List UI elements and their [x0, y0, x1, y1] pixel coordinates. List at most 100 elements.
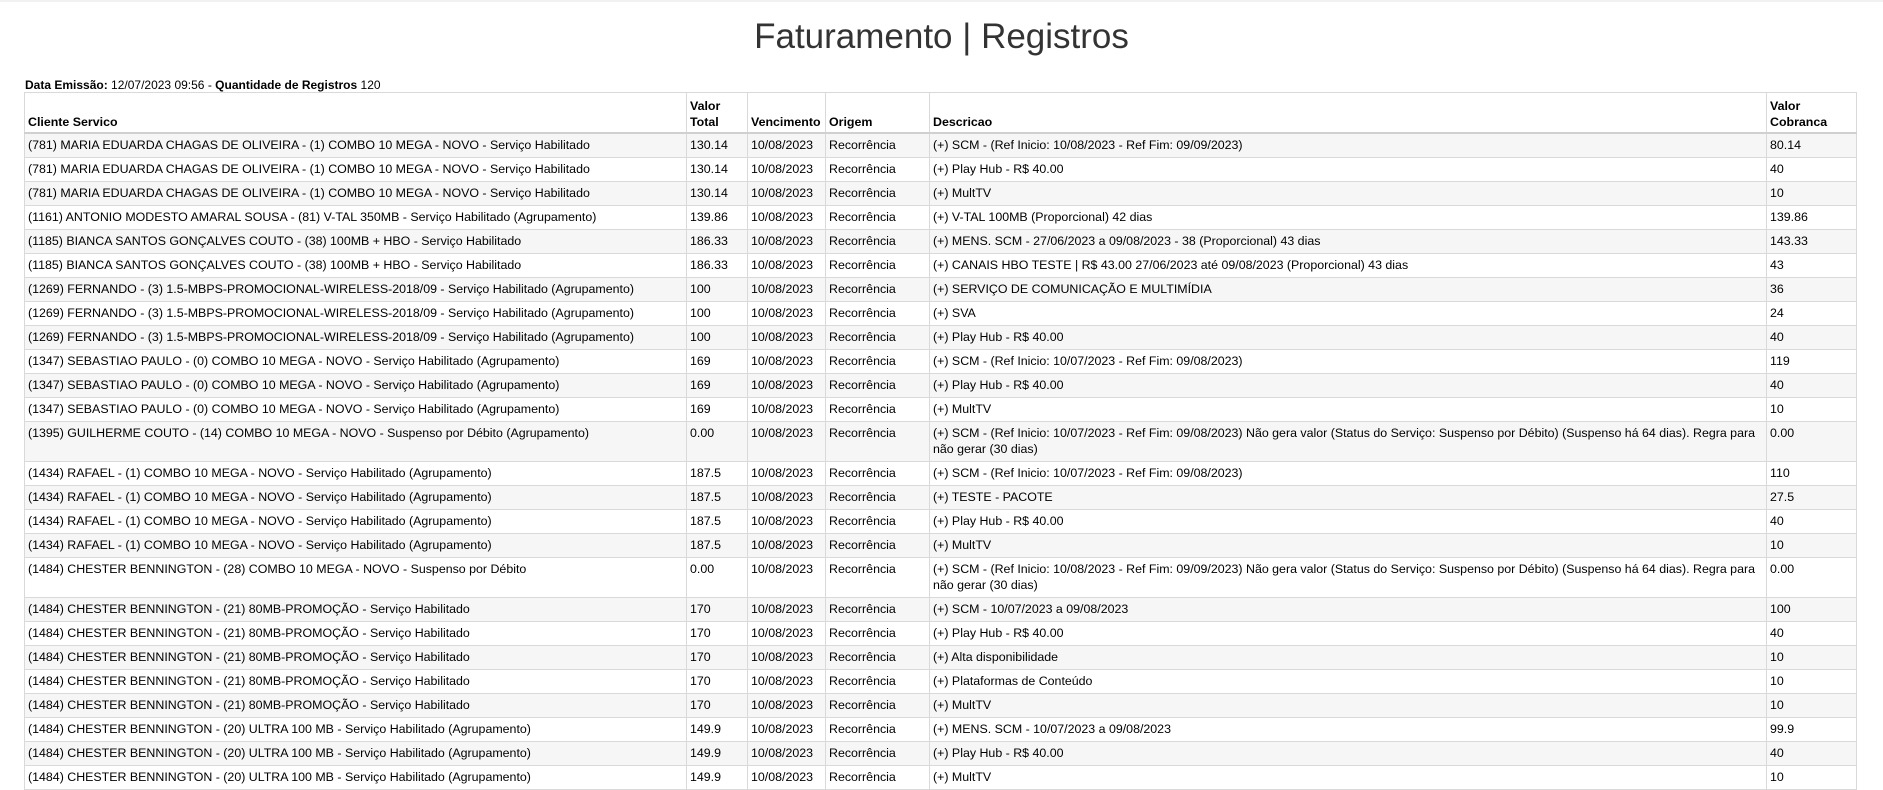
qtd-value: 120 [360, 78, 381, 92]
cell-cliente-servico: (1347) SEBASTIAO PAULO - (0) COMBO 10 ME… [24, 397, 687, 422]
cell-valor-cobranca: 10 [1766, 181, 1857, 206]
cell-descricao: (+) V-TAL 100MB (Proporcional) 42 dias [929, 205, 1767, 230]
cell-valor-total: 149.9 [686, 741, 748, 766]
cell-vencimento: 10/08/2023 [747, 229, 826, 254]
cell-origem: Recorrência [825, 253, 930, 278]
table-row: (1161) ANTONIO MODESTO AMARAL SOUSA - (8… [24, 205, 1857, 230]
cell-valor-total: 187.5 [686, 533, 748, 558]
cell-origem: Recorrência [825, 717, 930, 742]
cell-descricao: (+) SCM - 10/07/2023 a 09/08/2023 [929, 597, 1767, 622]
cell-valor-total: 0.00 [686, 421, 748, 462]
cell-origem: Recorrência [825, 645, 930, 670]
cell-vencimento: 10/08/2023 [747, 277, 826, 302]
cell-valor-total: 170 [686, 669, 748, 694]
cell-vencimento: 10/08/2023 [747, 461, 826, 486]
top-divider [0, 0, 1883, 2]
cell-cliente-servico: (1161) ANTONIO MODESTO AMARAL SOUSA - (8… [24, 205, 687, 230]
cell-valor-cobranca: 10 [1766, 533, 1857, 558]
cell-valor-total: 187.5 [686, 485, 748, 510]
cell-valor-total: 130.14 [686, 132, 748, 158]
cell-cliente-servico: (1484) CHESTER BENNINGTON - (20) ULTRA 1… [24, 765, 687, 790]
cell-origem: Recorrência [825, 373, 930, 398]
cell-vencimento: 10/08/2023 [747, 485, 826, 510]
cell-valor-cobranca: 100 [1766, 597, 1857, 622]
cell-vencimento: 10/08/2023 [747, 253, 826, 278]
cell-valor-total: 149.9 [686, 717, 748, 742]
cell-cliente-servico: (1484) CHESTER BENNINGTON - (21) 80MB-PR… [24, 645, 687, 670]
cell-descricao: (+) MENS. SCM - 10/07/2023 a 09/08/2023 [929, 717, 1767, 742]
cell-valor-total: 187.5 [686, 461, 748, 486]
cell-vencimento: 10/08/2023 [747, 157, 826, 182]
cell-vencimento: 10/08/2023 [747, 132, 826, 158]
cell-descricao: (+) MultTV [929, 533, 1767, 558]
cell-descricao: (+) SVA [929, 301, 1767, 326]
cell-vencimento: 10/08/2023 [747, 557, 826, 598]
table-row: (1395) GUILHERME COUTO - (14) COMBO 10 M… [24, 421, 1857, 462]
table-row: (1434) RAFAEL - (1) COMBO 10 MEGA - NOVO… [24, 533, 1857, 558]
cell-valor-cobranca: 99.9 [1766, 717, 1857, 742]
cell-cliente-servico: (1484) CHESTER BENNINGTON - (21) 80MB-PR… [24, 597, 687, 622]
cell-origem: Recorrência [825, 509, 930, 534]
cell-vencimento: 10/08/2023 [747, 397, 826, 422]
cell-valor-total: 186.33 [686, 253, 748, 278]
cell-origem: Recorrência [825, 597, 930, 622]
cell-origem: Recorrência [825, 461, 930, 486]
cell-descricao: (+) Plataformas de Conteúdo [929, 669, 1767, 694]
table-row: (1484) CHESTER BENNINGTON - (21) 80MB-PR… [24, 597, 1857, 622]
cell-vencimento: 10/08/2023 [747, 717, 826, 742]
cell-origem: Recorrência [825, 621, 930, 646]
cell-origem: Recorrência [825, 693, 930, 718]
cell-cliente-servico: (1484) CHESTER BENNINGTON - (20) ULTRA 1… [24, 741, 687, 766]
cell-origem: Recorrência [825, 181, 930, 206]
table-row: (1484) CHESTER BENNINGTON - (21) 80MB-PR… [24, 669, 1857, 694]
col-valor-cobranca: Valor Cobranca [1766, 92, 1857, 134]
table-row: (1347) SEBASTIAO PAULO - (0) COMBO 10 ME… [24, 397, 1857, 422]
cell-valor-cobranca: 119 [1766, 349, 1857, 374]
cell-origem: Recorrência [825, 132, 930, 158]
table-header-row: Cliente Servico Valor Total Vencimento O… [24, 92, 1857, 134]
cell-valor-cobranca: 40 [1766, 621, 1857, 646]
cell-cliente-servico: (1347) SEBASTIAO PAULO - (0) COMBO 10 ME… [24, 373, 687, 398]
cell-cliente-servico: (1434) RAFAEL - (1) COMBO 10 MEGA - NOVO… [24, 485, 687, 510]
cell-cliente-servico: (1269) FERNANDO - (3) 1.5-MBPS-PROMOCION… [24, 325, 687, 350]
table-row: (1269) FERNANDO - (3) 1.5-MBPS-PROMOCION… [24, 301, 1857, 326]
cell-vencimento: 10/08/2023 [747, 669, 826, 694]
cell-valor-total: 100 [686, 277, 748, 302]
cell-cliente-servico: (781) MARIA EDUARDA CHAGAS DE OLIVEIRA -… [24, 132, 687, 158]
cell-valor-total: 100 [686, 301, 748, 326]
cell-descricao: (+) Play Hub - R$ 40.00 [929, 373, 1767, 398]
cell-valor-cobranca: 143.33 [1766, 229, 1857, 254]
cell-cliente-servico: (1269) FERNANDO - (3) 1.5-MBPS-PROMOCION… [24, 277, 687, 302]
cell-cliente-servico: (1484) CHESTER BENNINGTON - (21) 80MB-PR… [24, 693, 687, 718]
cell-descricao: (+) MultTV [929, 765, 1767, 790]
cell-valor-cobranca: 24 [1766, 301, 1857, 326]
cell-cliente-servico: (1484) CHESTER BENNINGTON - (28) COMBO 1… [24, 557, 687, 598]
cell-vencimento: 10/08/2023 [747, 349, 826, 374]
cell-origem: Recorrência [825, 157, 930, 182]
cell-origem: Recorrência [825, 741, 930, 766]
cell-valor-cobranca: 27.5 [1766, 485, 1857, 510]
cell-valor-cobranca: 139.86 [1766, 205, 1857, 230]
cell-origem: Recorrência [825, 533, 930, 558]
cell-origem: Recorrência [825, 397, 930, 422]
cell-valor-total: 100 [686, 325, 748, 350]
table-row: (1484) CHESTER BENNINGTON - (20) ULTRA 1… [24, 741, 1857, 766]
cell-valor-cobranca: 110 [1766, 461, 1857, 486]
cell-cliente-servico: (1185) BIANCA SANTOS GONÇALVES COUTO - (… [24, 229, 687, 254]
cell-vencimento: 10/08/2023 [747, 533, 826, 558]
cell-descricao: (+) Play Hub - R$ 40.00 [929, 509, 1767, 534]
cell-cliente-servico: (1347) SEBASTIAO PAULO - (0) COMBO 10 ME… [24, 349, 687, 374]
cell-descricao: (+) SERVIÇO DE COMUNICAÇÃO E MULTIMÍDIA [929, 277, 1767, 302]
page-title: Faturamento | Registros [754, 17, 1129, 56]
cell-origem: Recorrência [825, 277, 930, 302]
cell-vencimento: 10/08/2023 [747, 693, 826, 718]
table-row: (1484) CHESTER BENNINGTON - (21) 80MB-PR… [24, 645, 1857, 670]
cell-descricao: (+) SCM - (Ref Inicio: 10/07/2023 - Ref … [929, 421, 1767, 462]
col-origem: Origem [825, 92, 930, 134]
meta-separator: - [207, 78, 212, 92]
cell-valor-cobranca: 10 [1766, 397, 1857, 422]
cell-vencimento: 10/08/2023 [747, 597, 826, 622]
cell-vencimento: 10/08/2023 [747, 421, 826, 462]
table-row: (1484) CHESTER BENNINGTON - (20) ULTRA 1… [24, 717, 1857, 742]
cell-valor-total: 169 [686, 349, 748, 374]
